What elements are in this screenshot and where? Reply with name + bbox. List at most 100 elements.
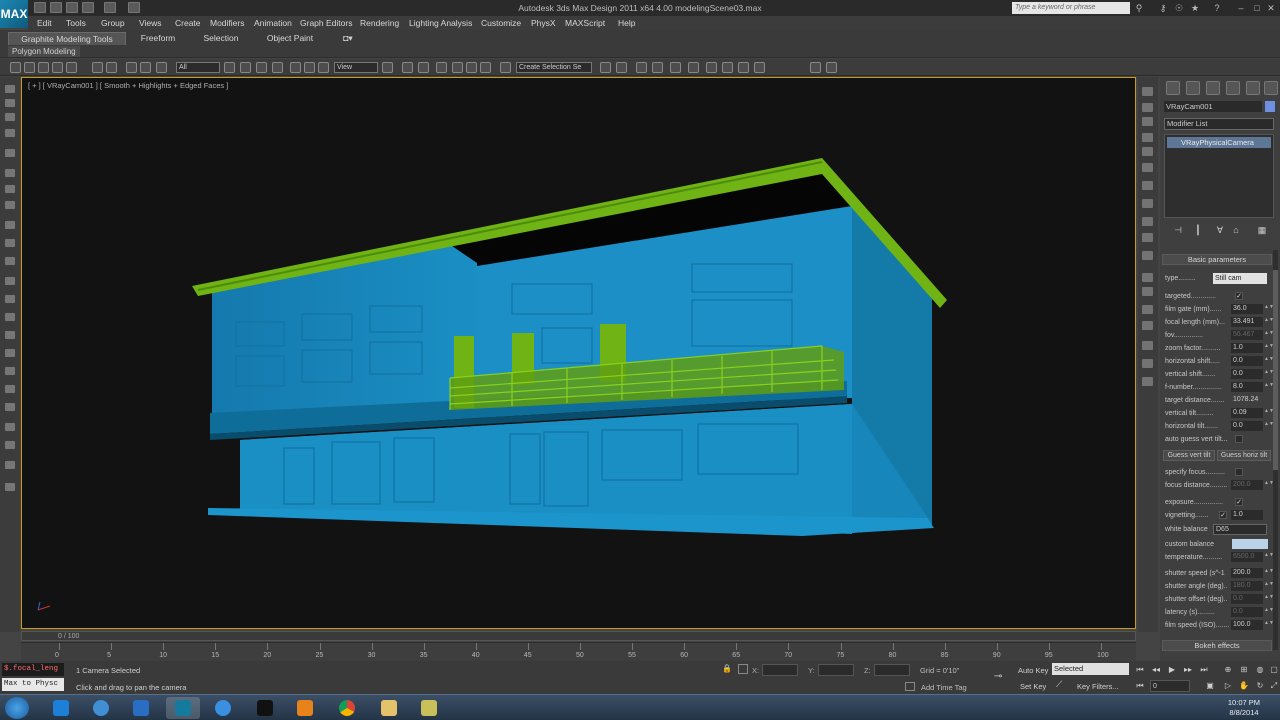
nav-icon[interactable]	[1142, 181, 1153, 190]
dolly-icon[interactable]: ▷	[1222, 680, 1234, 691]
chrome-icon[interactable]	[330, 697, 364, 719]
tool-icon[interactable]	[5, 169, 15, 177]
menu-group[interactable]: Group	[101, 16, 125, 30]
modifier-stack-item[interactable]: VRayPhysicalCamera	[1167, 137, 1271, 148]
tool-icon[interactable]	[5, 367, 15, 375]
render-setup-icon[interactable]	[722, 62, 733, 73]
nav-icon[interactable]	[1142, 377, 1153, 386]
param-value-field[interactable]: 200.0	[1231, 568, 1263, 578]
select-link-icon[interactable]	[10, 62, 21, 73]
spinner-icon[interactable]: ▲▼	[1264, 422, 1274, 430]
tool-icon[interactable]	[5, 239, 15, 247]
param-value-field[interactable]: 180.0	[1231, 581, 1263, 591]
time-config-icon[interactable]: ▣	[1204, 680, 1216, 691]
goto-start-icon[interactable]: ⏮	[1134, 664, 1146, 675]
key-icon[interactable]: ⟋	[1056, 679, 1070, 691]
material-editor-icon[interactable]	[706, 62, 717, 73]
nav-icon[interactable]	[1142, 133, 1153, 142]
search-input[interactable]: Type a keyword or phrase	[1012, 2, 1130, 14]
spinner-icon[interactable]: ▲▼	[1264, 344, 1274, 352]
redo-icon[interactable]	[104, 2, 116, 13]
key-selection-dropdown[interactable]: Selected	[1052, 663, 1129, 675]
tab-object-paint[interactable]: Object Paint	[262, 32, 318, 45]
x-coordinate-field[interactable]	[762, 664, 798, 676]
spinner-icon[interactable]: ▲▼	[1264, 409, 1274, 417]
guess-vert-tilt-button[interactable]: Guess vert tilt	[1163, 450, 1215, 461]
tool-icon[interactable]	[5, 257, 15, 265]
star-icon[interactable]: ★	[1190, 3, 1200, 13]
render-production-icon[interactable]	[754, 62, 765, 73]
system-clock[interactable]: 10:07 PM 8/8/2014	[1228, 698, 1260, 718]
param-value-field[interactable]: 100.0	[1231, 620, 1263, 630]
polygon-modeling-panel[interactable]: Polygon Modeling	[8, 46, 80, 57]
tool-icon[interactable]	[5, 149, 15, 157]
vray-frame-buffer-icon[interactable]	[810, 62, 821, 73]
rotate-icon[interactable]	[304, 62, 315, 73]
next-frame-icon[interactable]: ▸▸	[1182, 664, 1194, 675]
maximize-icon[interactable]: □	[1252, 3, 1262, 13]
camera-viewport[interactable]: [ + ] [ VRayCam001 ] [ Smooth + Highligh…	[21, 77, 1136, 629]
menu-customize[interactable]: Customize	[481, 16, 521, 30]
param-value-field[interactable]: 36.0	[1231, 304, 1263, 314]
command-panel-scrollbar[interactable]	[1273, 250, 1278, 650]
modify-tab-icon[interactable]	[1186, 81, 1200, 95]
remove-modifier-icon[interactable]: ⌂	[1230, 224, 1242, 236]
tool-icon[interactable]	[5, 483, 15, 491]
modifier-list-dropdown[interactable]: Modifier List	[1164, 118, 1274, 130]
open-file-icon[interactable]	[50, 2, 62, 13]
mirror-icon[interactable]	[600, 62, 611, 73]
percent-snap-icon[interactable]	[466, 62, 477, 73]
app-logo-icon[interactable]: MAX	[0, 0, 28, 28]
menu-physx[interactable]: PhysX	[531, 16, 556, 30]
schematic-view-icon[interactable]	[688, 62, 699, 73]
spinner-icon[interactable]: ▲▼	[1264, 370, 1274, 378]
nav-icon[interactable]	[1142, 321, 1153, 330]
tab-selection[interactable]: Selection	[198, 32, 244, 45]
ie-icon[interactable]	[84, 697, 118, 719]
undo-view-icon[interactable]	[52, 62, 63, 73]
nav-icon[interactable]	[1142, 103, 1153, 112]
param-checkbox[interactable]: ✓	[1235, 498, 1243, 506]
object-name-field[interactable]: VRayCam001	[1164, 101, 1262, 112]
nav-icon[interactable]	[1142, 233, 1153, 242]
time-tag-icon[interactable]	[905, 682, 915, 691]
goto-end-icon[interactable]: ⏭	[1198, 664, 1210, 675]
redo-view-icon[interactable]	[66, 62, 77, 73]
layer-manager-icon[interactable]	[636, 62, 647, 73]
tool-icon[interactable]	[5, 113, 15, 121]
project-folder-icon[interactable]	[128, 2, 140, 13]
maximize-viewport-icon[interactable]: ▢	[1268, 664, 1280, 675]
rendered-frame-icon[interactable]	[738, 62, 749, 73]
param-value-field[interactable]: 200.0	[1231, 480, 1263, 490]
tool-icon[interactable]	[5, 385, 15, 393]
z-coordinate-field[interactable]	[874, 664, 910, 676]
param-value-field[interactable]: 56.467	[1231, 330, 1263, 340]
play-icon[interactable]: ▶	[1166, 664, 1178, 675]
menu-help[interactable]: Help	[618, 16, 635, 30]
selection-filter-dropdown[interactable]: All	[176, 62, 220, 73]
bind-icon[interactable]	[156, 62, 167, 73]
param-value-field[interactable]: 0.0	[1231, 369, 1263, 379]
spinner-icon[interactable]: ▲▼	[1264, 383, 1274, 391]
spinner-snap-icon[interactable]	[480, 62, 491, 73]
spinner-icon[interactable]: ▲▼	[1264, 331, 1274, 339]
tool-icon[interactable]	[5, 423, 15, 431]
key-icon[interactable]: ⚷	[1158, 3, 1168, 13]
param-value-field[interactable]: 8.0	[1231, 382, 1263, 392]
orbit-icon[interactable]: ◍	[1254, 664, 1266, 675]
tool-icon[interactable]	[5, 85, 15, 93]
tool-icon[interactable]	[5, 295, 15, 303]
undo-tool-icon[interactable]	[92, 62, 103, 73]
param-value-field[interactable]: 0.0	[1231, 356, 1263, 366]
menu-views[interactable]: Views	[139, 16, 162, 30]
people-icon[interactable]: ☉	[1174, 3, 1184, 13]
add-time-tag[interactable]: Add Time Tag	[921, 683, 967, 692]
named-selection-dropdown[interactable]: Create Selection Se	[516, 62, 592, 73]
field-of-view-icon[interactable]: ⤢	[1268, 680, 1280, 691]
spinner-icon[interactable]: ▲▼	[1264, 357, 1274, 365]
menu-modifiers[interactable]: Modifiers	[210, 16, 244, 30]
menu-tools[interactable]: Tools	[66, 16, 86, 30]
tool-icon[interactable]	[5, 185, 15, 193]
tool-icon[interactable]	[5, 461, 15, 469]
param-checkbox[interactable]: ✓	[1219, 511, 1227, 519]
